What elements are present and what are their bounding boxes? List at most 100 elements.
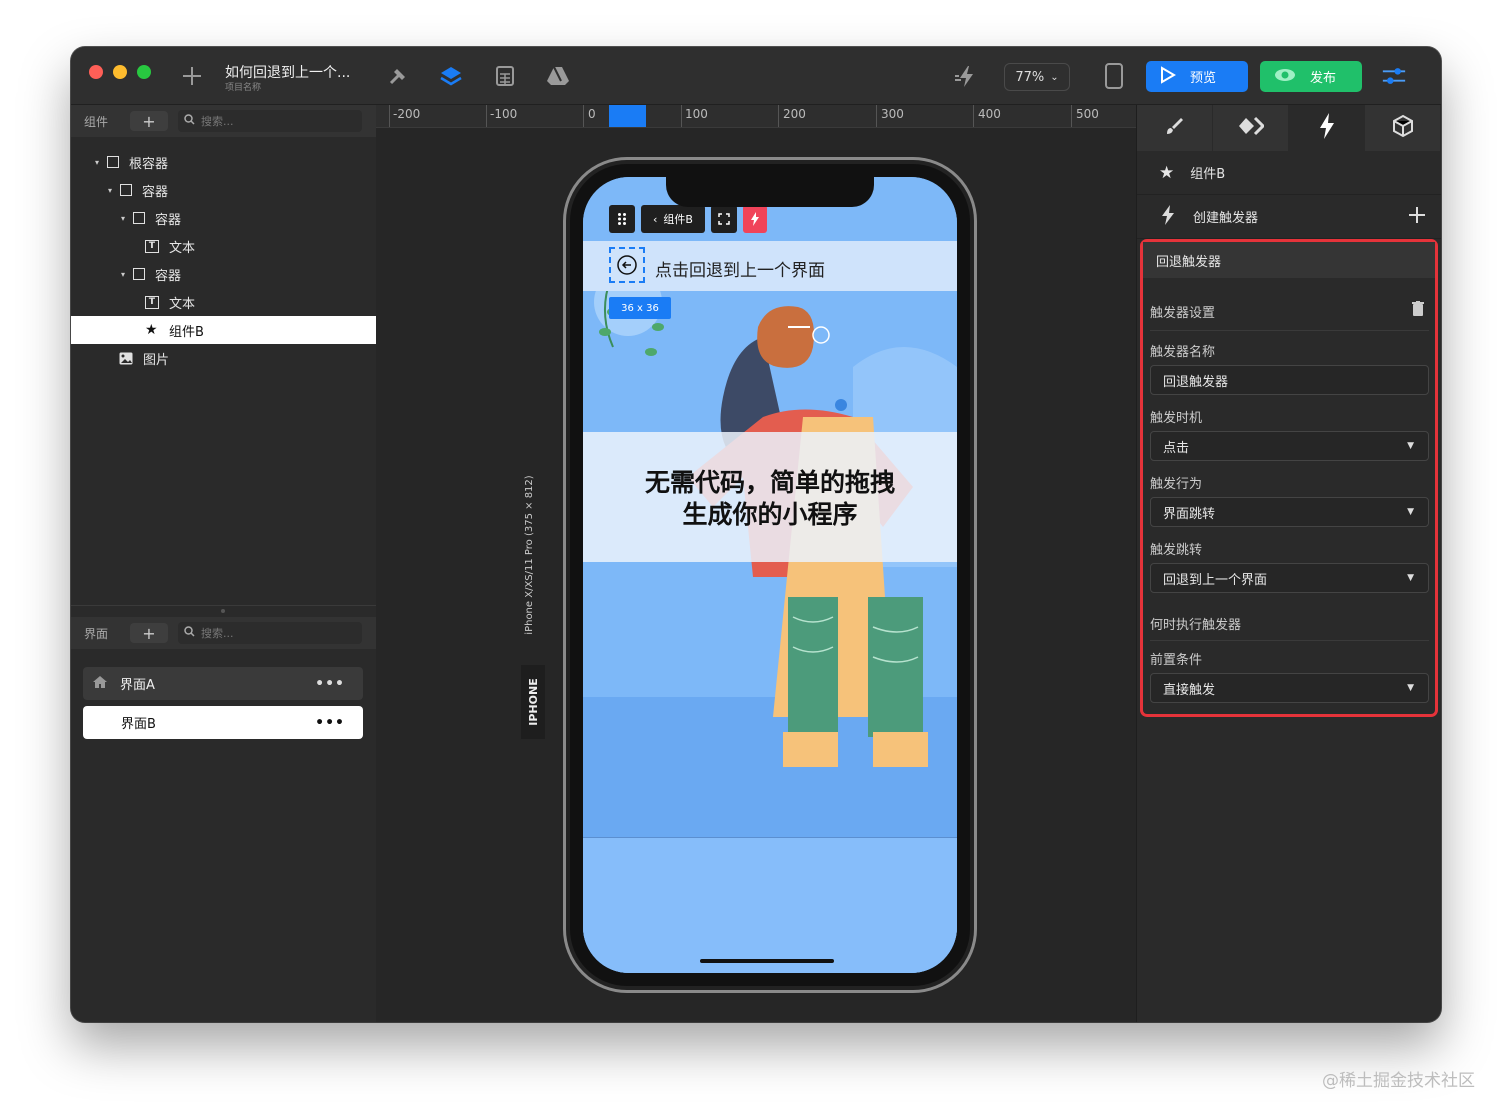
trigger-name-input[interactable]: 回退触发器 bbox=[1150, 365, 1429, 395]
divider bbox=[1150, 330, 1429, 331]
tree-item-container[interactable]: ▾ 容器 bbox=[71, 204, 376, 232]
trigger-section-header[interactable]: 回退触发器 bbox=[1143, 242, 1435, 278]
close-window-button[interactable] bbox=[89, 65, 103, 79]
left-panel: 组件 + 搜索... ▾ 根容器 ▾ 容器 ▾ 容器 T 文本 ▾ 容器 T 文… bbox=[71, 105, 376, 1022]
chevron-left-icon: ‹ bbox=[653, 212, 658, 226]
device-icon[interactable] bbox=[1101, 63, 1127, 89]
tree-item-text[interactable]: T 文本 bbox=[71, 288, 376, 316]
tree-item-container[interactable]: ▾ 容器 bbox=[71, 260, 376, 288]
drive-icon[interactable] bbox=[545, 63, 571, 89]
publish-button[interactable]: 发布 bbox=[1260, 61, 1362, 92]
phone-screen[interactable]: 点击回退到上一个界面 36 x 36 ‹ 组件B 无需代码，简单的拖拽 生成你的… bbox=[583, 177, 957, 973]
star-icon: ★ bbox=[145, 322, 158, 338]
trigger-jump-select[interactable]: 回退到上一个界面 ▼ bbox=[1150, 563, 1429, 593]
tree-item-label: 容器 bbox=[155, 212, 182, 228]
device-label: IPHONE iPhone X/XS/11 Pro (375 × 812) bbox=[521, 445, 545, 745]
ruler-mark bbox=[389, 105, 390, 127]
search-icon bbox=[184, 626, 195, 640]
text-icon: T bbox=[145, 239, 159, 253]
search-icon bbox=[184, 114, 195, 128]
titlebar: 如何回退到上一个... 项目名称 77% ⌄ 预览 发布 bbox=[71, 47, 1441, 105]
tree-item-text[interactable]: T 文本 bbox=[71, 232, 376, 260]
star-icon: ★ bbox=[1159, 162, 1175, 183]
selected-component-name: 组件B bbox=[1190, 167, 1226, 182]
home-indicator bbox=[700, 959, 834, 963]
components-panel-header: 组件 + 搜索... bbox=[71, 105, 376, 137]
ruler-mark bbox=[1071, 105, 1072, 127]
tab-plugins[interactable] bbox=[1365, 105, 1441, 151]
chevron-down-icon: ▼ bbox=[1407, 507, 1414, 517]
lightning-icon bbox=[1319, 113, 1335, 143]
panel-divider[interactable] bbox=[71, 605, 376, 615]
add-trigger-icon[interactable] bbox=[1408, 206, 1426, 228]
ruler-mark bbox=[973, 105, 974, 127]
data-sheet-icon[interactable] bbox=[492, 63, 518, 89]
select-parent-button[interactable]: ‹ 组件B bbox=[641, 205, 705, 233]
tree-item-image[interactable]: 图片 bbox=[71, 344, 376, 372]
fullscreen-icon[interactable] bbox=[711, 205, 737, 233]
eye-icon bbox=[1274, 68, 1296, 86]
phone-frame: 点击回退到上一个界面 36 x 36 ‹ 组件B 无需代码，简单的拖拽 生成你的… bbox=[563, 157, 977, 993]
settings-sliders-icon[interactable] bbox=[1381, 63, 1407, 89]
tree-item-label: 容器 bbox=[142, 184, 169, 200]
container-icon bbox=[133, 212, 145, 224]
tab-data[interactable] bbox=[1213, 105, 1289, 151]
add-icon[interactable] bbox=[179, 63, 205, 89]
home-icon bbox=[92, 675, 108, 693]
create-trigger-label: 创建触发器 bbox=[1193, 211, 1259, 226]
precondition-value: 直接触发 bbox=[1163, 682, 1216, 698]
hero-text: 无需代码，简单的拖拽 生成你的小程序 bbox=[583, 467, 957, 531]
precondition-select[interactable]: 直接触发 ▼ bbox=[1150, 673, 1429, 703]
add-page-button[interactable]: + bbox=[130, 623, 168, 643]
layers-icon[interactable] bbox=[438, 63, 464, 89]
preview-label: 预览 bbox=[1190, 71, 1217, 86]
zoom-value: 77% bbox=[1015, 69, 1045, 85]
tree-item-root-container[interactable]: ▾ 根容器 bbox=[71, 148, 376, 176]
create-trigger-row[interactable]: 创建触发器 bbox=[1137, 195, 1441, 239]
selected-component-label: 组件B bbox=[663, 213, 693, 226]
maximize-window-button[interactable] bbox=[137, 65, 151, 79]
tree-item-container[interactable]: ▾ 容器 bbox=[71, 176, 376, 204]
container-icon bbox=[133, 268, 145, 280]
trigger-action-select[interactable]: 界面跳转 ▼ bbox=[1150, 497, 1429, 527]
collapse-arrow-icon[interactable]: ▾ bbox=[108, 186, 120, 195]
tree-item-label: 根容器 bbox=[129, 156, 169, 172]
hammer-icon[interactable] bbox=[385, 63, 411, 89]
design-canvas[interactable]: -200 -100 0 100 200 300 400 500 IPHONE i… bbox=[376, 105, 1136, 1022]
minimize-window-button[interactable] bbox=[113, 65, 127, 79]
trigger-settings-card: 回退触发器 触发器设置 触发器名称 回退触发器 触发时机 点击 ▼ 触发行为 界… bbox=[1140, 239, 1438, 717]
page-item-b[interactable]: 界面B ••• bbox=[83, 706, 363, 739]
trigger-timing-value: 点击 bbox=[1163, 440, 1190, 456]
add-component-button[interactable]: + bbox=[130, 111, 168, 131]
tab-style[interactable] bbox=[1137, 105, 1213, 151]
ruler-tick: 200 bbox=[783, 107, 806, 121]
trigger-timing-select[interactable]: 点击 ▼ bbox=[1150, 431, 1429, 461]
tree-item-component-b[interactable]: ★ 组件B bbox=[71, 316, 376, 344]
page-search-input[interactable]: 搜索... bbox=[178, 622, 362, 644]
lightning-off-icon[interactable] bbox=[953, 63, 979, 89]
precondition-label: 前置条件 bbox=[1150, 653, 1203, 668]
ruler-tick: -100 bbox=[490, 107, 518, 121]
more-options-icon[interactable]: ••• bbox=[315, 715, 345, 731]
component-search-input[interactable]: 搜索... bbox=[178, 110, 362, 132]
tab-triggers[interactable] bbox=[1289, 105, 1365, 151]
document-title[interactable]: 如何回退到上一个... bbox=[225, 62, 350, 82]
inspector-tabs bbox=[1137, 105, 1441, 151]
play-icon bbox=[1160, 65, 1176, 88]
collapse-arrow-icon[interactable]: ▾ bbox=[95, 158, 107, 167]
collapse-arrow-icon[interactable]: ▾ bbox=[121, 214, 133, 223]
phone-notch bbox=[666, 177, 874, 207]
back-arrow-icon[interactable] bbox=[609, 247, 645, 283]
tree-item-label: 文本 bbox=[169, 296, 196, 312]
zoom-select[interactable]: 77% ⌄ bbox=[1004, 63, 1070, 91]
preview-button[interactable]: 预览 bbox=[1146, 61, 1248, 92]
trigger-settings-label: 触发器设置 bbox=[1150, 306, 1216, 321]
trash-icon[interactable] bbox=[1412, 301, 1424, 320]
page-item-a[interactable]: 界面A ••• bbox=[83, 667, 363, 700]
more-options-icon[interactable]: ••• bbox=[315, 676, 345, 692]
hero-line-2: 生成你的小程序 bbox=[682, 500, 858, 529]
drag-handle-icon[interactable] bbox=[609, 205, 635, 233]
trigger-jump-label: 触发跳转 bbox=[1150, 543, 1203, 558]
trigger-lightning-icon[interactable] bbox=[743, 205, 767, 233]
collapse-arrow-icon[interactable]: ▾ bbox=[121, 270, 133, 279]
